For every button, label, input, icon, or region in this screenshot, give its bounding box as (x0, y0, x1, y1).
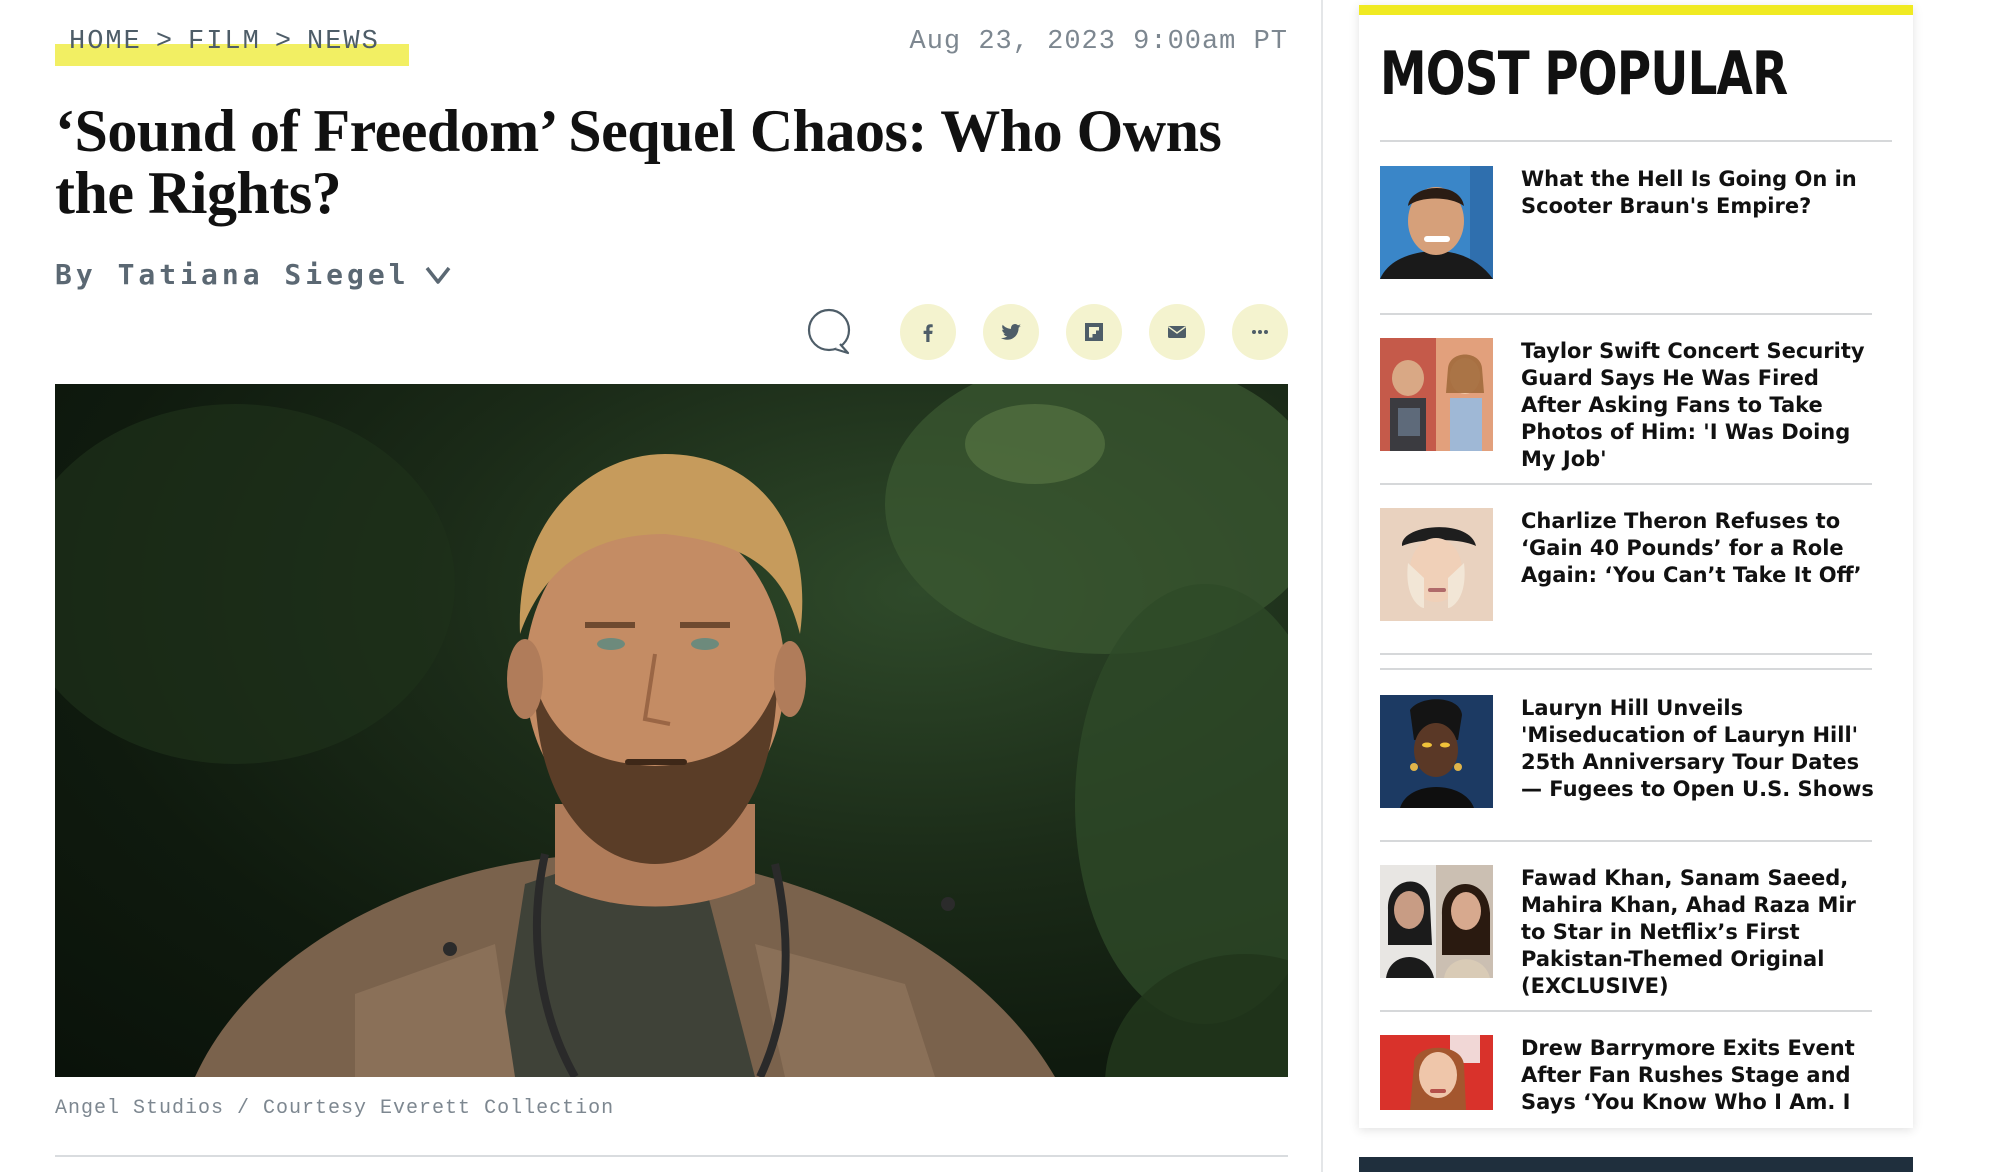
more-share-button[interactable] (1232, 304, 1288, 360)
more-icon (1252, 330, 1268, 334)
chevron-down-icon (425, 266, 450, 284)
byline-text: By Tatiana Siegel (55, 258, 410, 291)
sidebar-title: MOST POPULAR (1380, 39, 1788, 109)
thumbnail-image (1380, 508, 1493, 621)
breadcrumb-home-link[interactable]: HOME (69, 27, 142, 57)
email-share-button[interactable] (1149, 304, 1205, 360)
most-popular-sidebar: MOST POPULAR What the Hell Is Going On i… (1359, 5, 1913, 1128)
popular-item-title[interactable]: Fawad Khan, Sanam Saeed, Mahira Khan, Ah… (1521, 865, 1881, 1000)
author-byline[interactable]: By Tatiana Siegel (55, 258, 452, 291)
hero-image (55, 384, 1288, 1077)
flipboard-icon (1085, 323, 1103, 341)
article-headline: ‘Sound of Freedom’ Sequel Chaos: Who Own… (55, 98, 1222, 226)
divider (1380, 653, 1872, 655)
thumbnail-image (1380, 695, 1493, 808)
thumbnail-image (1380, 1035, 1493, 1110)
breadcrumb-film-link[interactable]: FILM (188, 27, 261, 57)
popular-item-thumbnail[interactable] (1380, 865, 1493, 978)
popular-item-thumbnail[interactable] (1380, 508, 1493, 621)
facebook-share-button[interactable] (900, 304, 956, 360)
divider (1380, 140, 1892, 142)
breadcrumb-separator: > (274, 27, 294, 57)
sidebar-bottom-bar (1359, 1157, 1913, 1172)
comment-icon[interactable] (804, 306, 856, 358)
photo-caption: Angel Studios / Courtesy Everett Collect… (55, 1097, 615, 1120)
sidebar-accent-bar (1359, 5, 1913, 15)
divider (1380, 1010, 1872, 1012)
share-toolbar (804, 304, 1288, 360)
thumbnail-image (1380, 865, 1493, 978)
article-column: HOME > FILM > NEWS Aug 23, 2023 9:00am PT ‘S… (55, 0, 1288, 1172)
thumbnail-image (1380, 166, 1493, 279)
popular-item-thumbnail[interactable] (1380, 166, 1493, 279)
divider (1380, 483, 1872, 485)
popular-item-title[interactable]: Drew Barrymore Exits Event After Fan Rus… (1521, 1035, 1881, 1115)
popular-item-title[interactable]: Taylor Swift Concert Security Guard Says… (1521, 338, 1881, 473)
publish-date: Aug 23, 2023 9:00am PT (909, 27, 1288, 57)
thumbnail-image (1380, 338, 1493, 451)
hero-photo-illustration (55, 384, 1288, 1077)
facebook-icon (923, 324, 933, 342)
column-divider (1321, 0, 1323, 1172)
email-icon (1168, 326, 1186, 338)
breadcrumb-news-link[interactable]: NEWS (307, 27, 380, 57)
popular-item-thumbnail[interactable] (1380, 695, 1493, 808)
divider (1380, 840, 1872, 842)
popular-item-title[interactable]: Charlize Theron Refuses to ‘Gain 40 Poun… (1521, 508, 1881, 589)
divider (55, 1155, 1288, 1157)
popular-item-thumbnail[interactable] (1380, 338, 1493, 451)
twitter-icon (1001, 324, 1021, 340)
twitter-share-button[interactable] (983, 304, 1039, 360)
popular-item-thumbnail[interactable] (1380, 1035, 1493, 1110)
popular-item-title[interactable]: Lauryn Hill Unveils 'Miseducation of Lau… (1521, 695, 1881, 803)
divider (1380, 313, 1872, 315)
popular-item-title[interactable]: What the Hell Is Going On in Scooter Bra… (1521, 166, 1881, 220)
breadcrumb-separator: > (155, 27, 175, 57)
divider (1380, 668, 1872, 670)
flipboard-share-button[interactable] (1066, 304, 1122, 360)
